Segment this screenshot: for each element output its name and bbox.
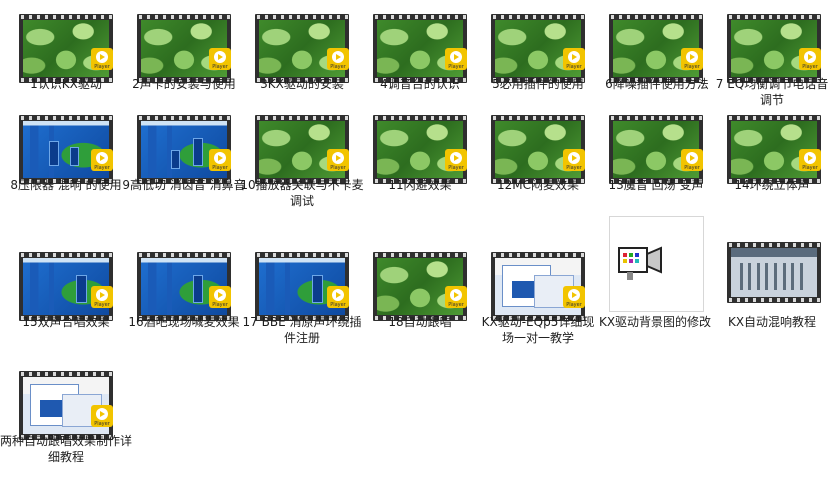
- file-label: 16酒吧现场喊麦效果: [128, 315, 240, 329]
- file-label: 13魔音 回荡 变声: [608, 178, 704, 192]
- file-label: 15双声合唱效果: [22, 315, 110, 329]
- file-label: 2声卡的安装与使用: [132, 77, 236, 91]
- file-label: 4调音台的认识: [380, 77, 460, 91]
- player-badge-icon: Player: [445, 286, 467, 308]
- player-badge-icon: Player: [563, 48, 585, 70]
- player-badge-icon: Player: [91, 149, 113, 171]
- player-badge-icon: Player: [91, 405, 113, 427]
- player-badge-icon: Player: [445, 48, 467, 70]
- file-label: 1认识KX驱动: [30, 77, 102, 91]
- player-badge-icon: Player: [91, 286, 113, 308]
- file-grid: Player 1认识KX驱动 Player 2声卡的安装与使用 Player 3…: [0, 0, 837, 482]
- file-label: 10播放器关联与不卡麦调试: [240, 178, 364, 208]
- player-badge-icon: Player: [563, 286, 585, 308]
- player-badge-icon: Player: [209, 149, 231, 171]
- file-label: 3KX驱动的安装: [260, 77, 344, 91]
- file-label: 6降噪插件使用方法: [605, 77, 709, 91]
- video-camera-icon: [618, 246, 662, 280]
- file-label: KX自动混响教程: [727, 315, 817, 329]
- player-badge-icon: Player: [209, 48, 231, 70]
- file-label: 8压限器 混响 的使用: [10, 178, 122, 192]
- player-badge-icon: Player: [327, 48, 349, 70]
- file-label: 11闪避效果: [388, 178, 452, 192]
- file-label: 7 EQ均衡调节电话音调节: [715, 77, 829, 107]
- file-label: 18自动跟唱: [388, 315, 452, 329]
- player-badge-icon: Player: [799, 48, 821, 70]
- file-label: 5必用插件的使用: [492, 77, 584, 91]
- file-label: 14环绕立体声: [734, 178, 810, 192]
- player-badge-icon: Player: [209, 286, 231, 308]
- player-badge-icon: Player: [327, 149, 349, 171]
- player-badge-icon: Player: [91, 48, 113, 70]
- file-label: KX驱动背景图的修改: [598, 315, 712, 329]
- file-label: 17 BBE 消原声环绕插件注册: [242, 315, 362, 345]
- file-label: 两种自动跟唱效果制作详细教程: [0, 434, 133, 464]
- file-label: 12MC闷麦效果: [496, 178, 579, 192]
- file-label: KX驱动-EQp5详细现场一对一教学: [481, 315, 595, 345]
- video-thumbnail: [727, 242, 821, 303]
- player-badge-icon: Player: [327, 286, 349, 308]
- player-badge-icon: Player: [445, 149, 467, 171]
- file-label: 9高低切 消齿音 消鼻音: [122, 178, 246, 192]
- player-badge-icon: Player: [681, 149, 703, 171]
- player-badge-icon: Player: [681, 48, 703, 70]
- player-badge-icon: Player: [799, 149, 821, 171]
- player-badge-icon: Player: [563, 149, 585, 171]
